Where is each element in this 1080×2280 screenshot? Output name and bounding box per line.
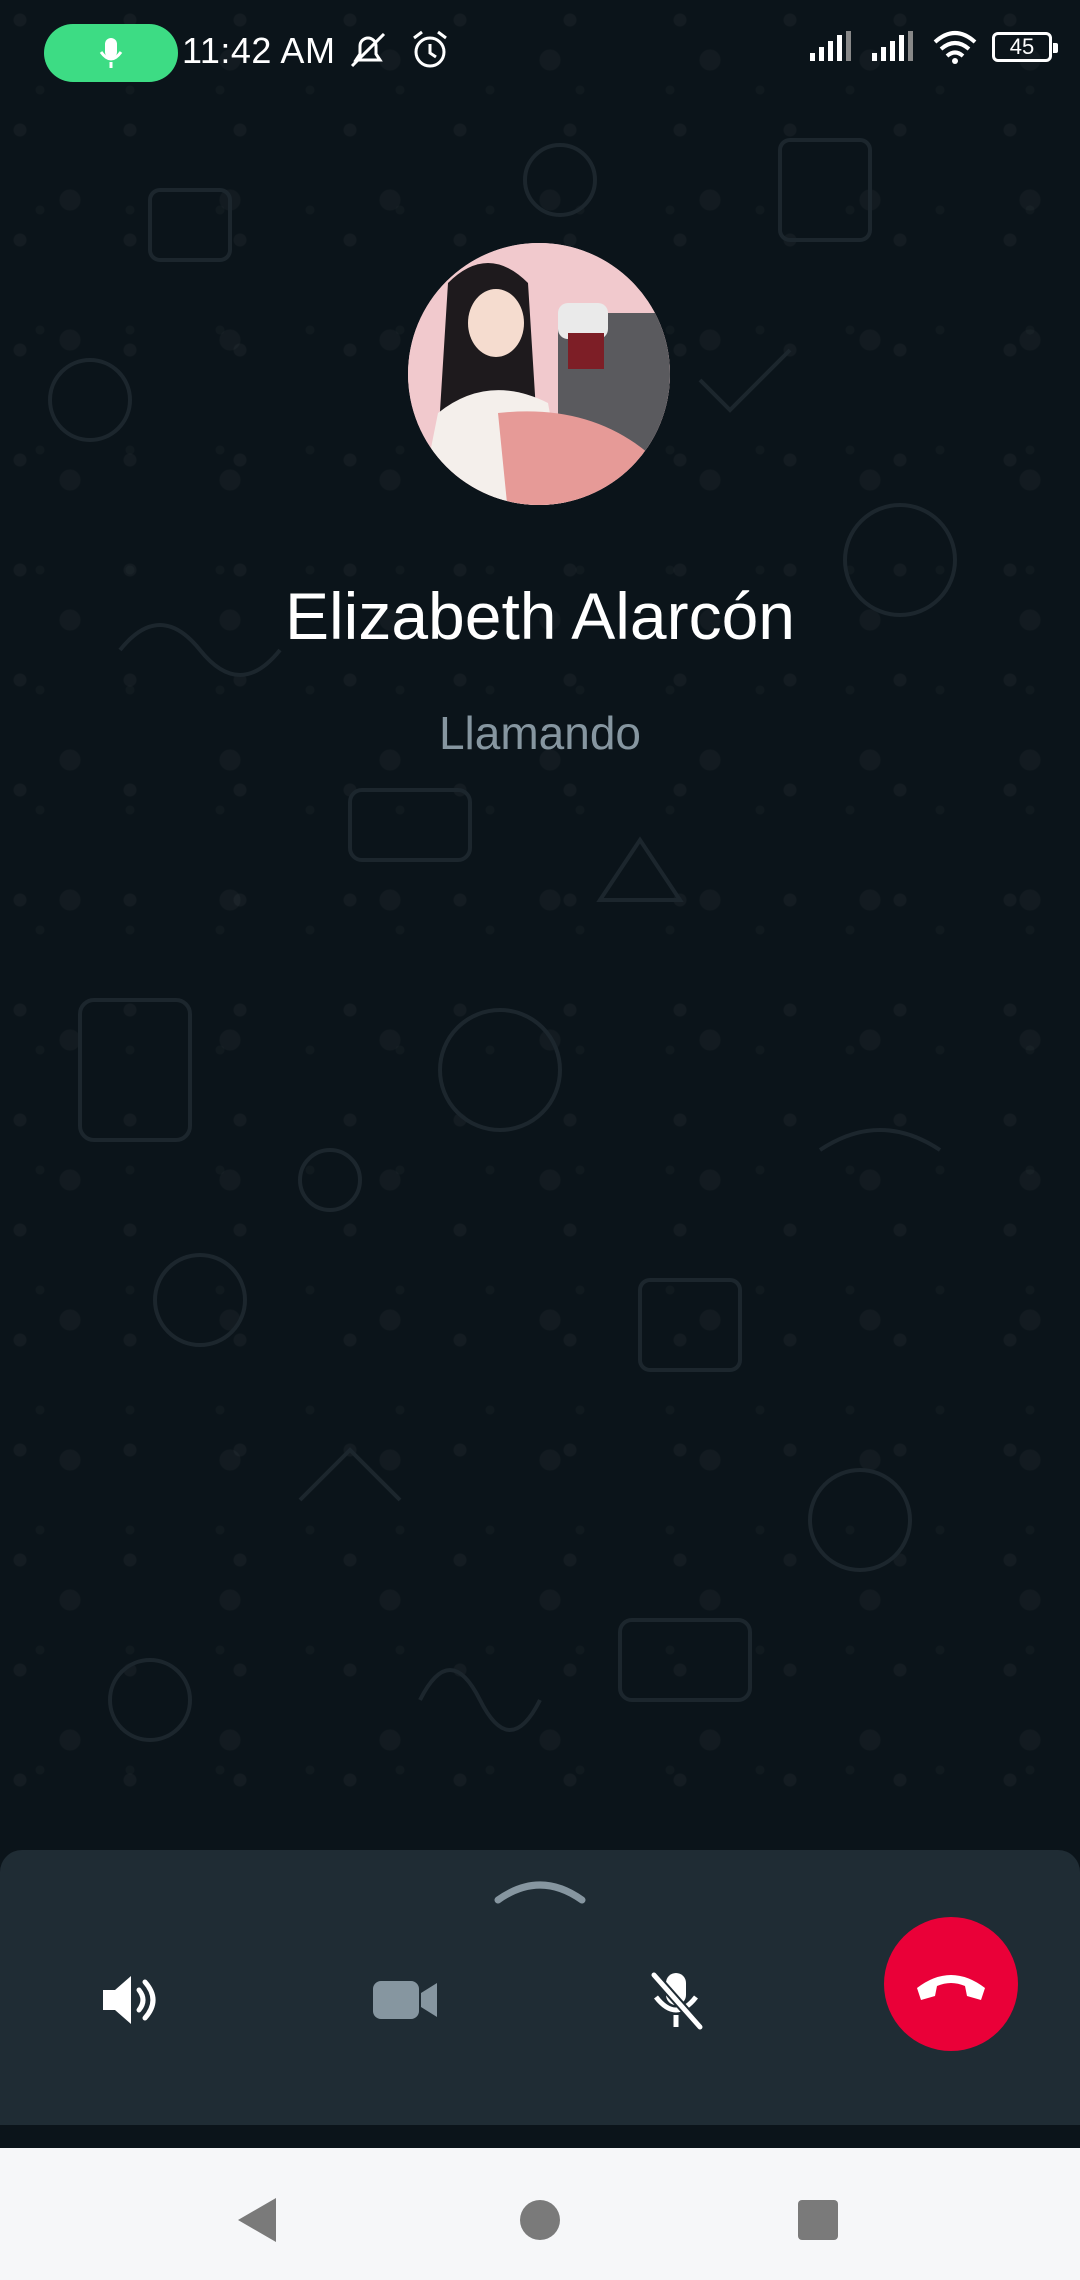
back-button[interactable] [228,2190,288,2250]
home-button[interactable] [510,2190,570,2250]
call-status: Llamando [438,707,642,759]
wifi-icon [933,31,977,64]
mic-active-icon [99,38,123,68]
alarm-icon [413,30,447,68]
recents-icon [798,2200,838,2240]
end-call-button[interactable] [884,1917,1018,2051]
contact-name: Elizabeth Alarcón [285,579,795,653]
status-time: 11:42 AM [182,30,336,71]
avatar-illustration [408,243,670,505]
mic-active-indicator[interactable] [44,24,178,82]
video-button[interactable] [346,1940,466,2060]
mic-off-icon [650,1972,704,2030]
video-camera-icon [373,1981,437,2019]
call-controls-panel [0,1850,1080,2125]
speaker-button[interactable] [70,1940,190,2060]
mute-button[interactable] [616,1940,736,2060]
battery-level: 45 [1009,34,1035,59]
navigation-bar [0,2148,1080,2280]
signal-icon [872,31,913,61]
end-call-icon [917,1975,985,2000]
contact-avatar [408,243,670,505]
status-icons-right: 45 [808,30,1058,64]
status-bar: 11:42 AM 45 [0,0,1080,110]
signal-icon [810,31,851,61]
speaker-icon [103,1976,156,2024]
notifications-off-icon [350,32,386,68]
recents-button[interactable] [788,2190,848,2250]
home-icon [520,2200,560,2240]
chevron-up-icon[interactable] [492,1876,588,1906]
back-icon [238,2198,276,2242]
battery-icon: 45 [992,32,1058,62]
